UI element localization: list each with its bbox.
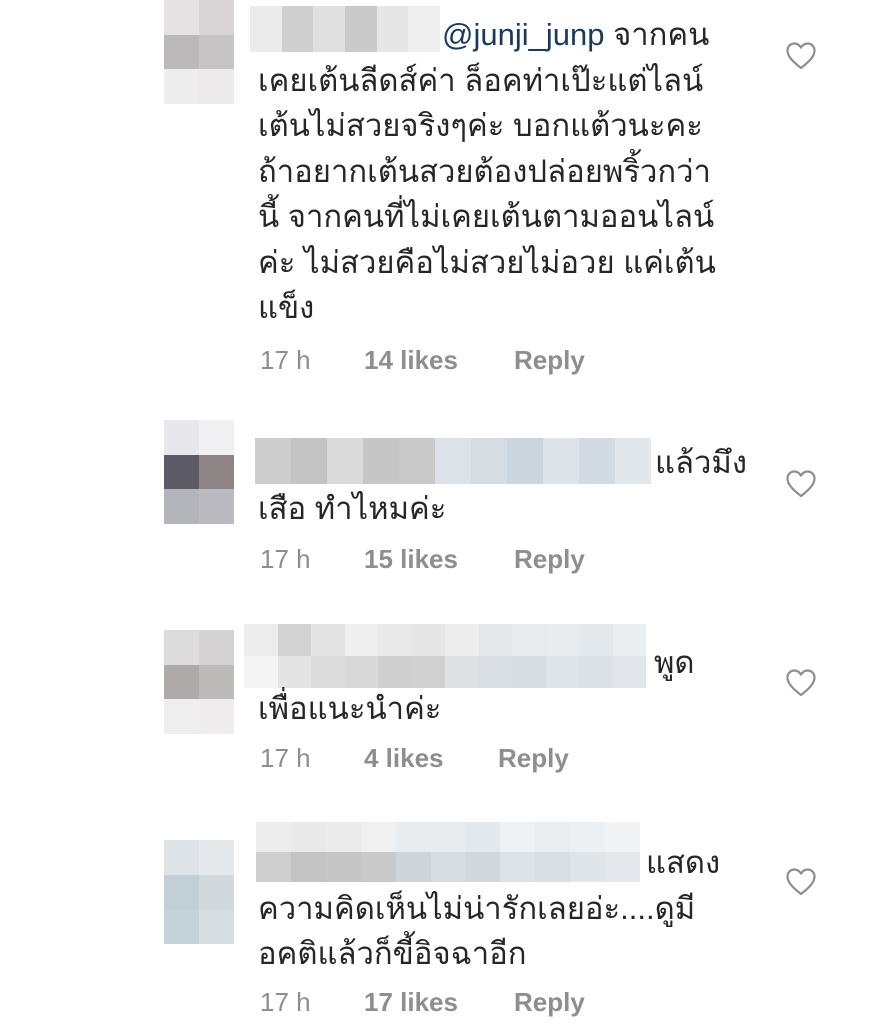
likes-count[interactable]: 14 likes — [364, 345, 514, 376]
comment-text: @junji_junp จากคน เคยเต้นลีดส์ค่า ล็อคท่… — [258, 17, 716, 325]
comment-meta: 17 h 4 likes Reply — [260, 743, 569, 774]
reply-button[interactable]: Reply — [514, 987, 585, 1018]
comment-meta: 17 h 15 likes Reply — [260, 544, 585, 575]
avatar[interactable] — [164, 840, 234, 944]
avatar[interactable] — [164, 0, 234, 104]
likes-count[interactable]: 4 likes — [364, 743, 498, 774]
heart-outline-icon[interactable] — [786, 669, 816, 697]
reply-button[interactable]: Reply — [514, 345, 585, 376]
comment-text: พูด เพื่อแนะนำค่ะ — [258, 645, 695, 726]
avatar[interactable] — [164, 630, 234, 734]
comment-item: พูด เพื่อแนะนำค่ะ 17 h 4 likes Reply — [0, 600, 869, 800]
comment-time: 17 h — [260, 345, 311, 375]
reply-button[interactable]: Reply — [498, 743, 569, 774]
reply-button[interactable]: Reply — [514, 544, 585, 575]
avatar[interactable] — [164, 420, 234, 524]
comment-meta: 17 h 17 likes Reply — [260, 987, 585, 1018]
comment-text: แล้วมึง เสือ ทำไหมค่ะ — [258, 445, 747, 526]
comment-item: @junji_junp จากคน เคยเต้นลีดส์ค่า ล็อคท่… — [0, 0, 869, 400]
comment-time: 17 h — [260, 987, 311, 1017]
mention-link[interactable]: @junji_junp — [442, 17, 604, 52]
likes-count[interactable]: 15 likes — [364, 544, 514, 575]
comment-item: แล้วมึง เสือ ทำไหมค่ะ 17 h 15 likes Repl… — [0, 400, 869, 600]
comment-meta: 17 h 14 likes Reply — [260, 345, 585, 376]
comment-time: 17 h — [260, 544, 311, 574]
comment-text: แสดง ความคิดเห็นไม่น่ารักเลยอ่ะ....ดูมี … — [258, 845, 721, 971]
comment-item: แสดง ความคิดเห็นไม่น่ารักเลยอ่ะ....ดูมี … — [0, 800, 869, 1032]
likes-count[interactable]: 17 likes — [364, 987, 514, 1018]
heart-outline-icon[interactable] — [786, 470, 816, 498]
comment-time: 17 h — [260, 743, 311, 773]
heart-outline-icon[interactable] — [786, 868, 816, 896]
heart-outline-icon[interactable] — [786, 42, 816, 70]
